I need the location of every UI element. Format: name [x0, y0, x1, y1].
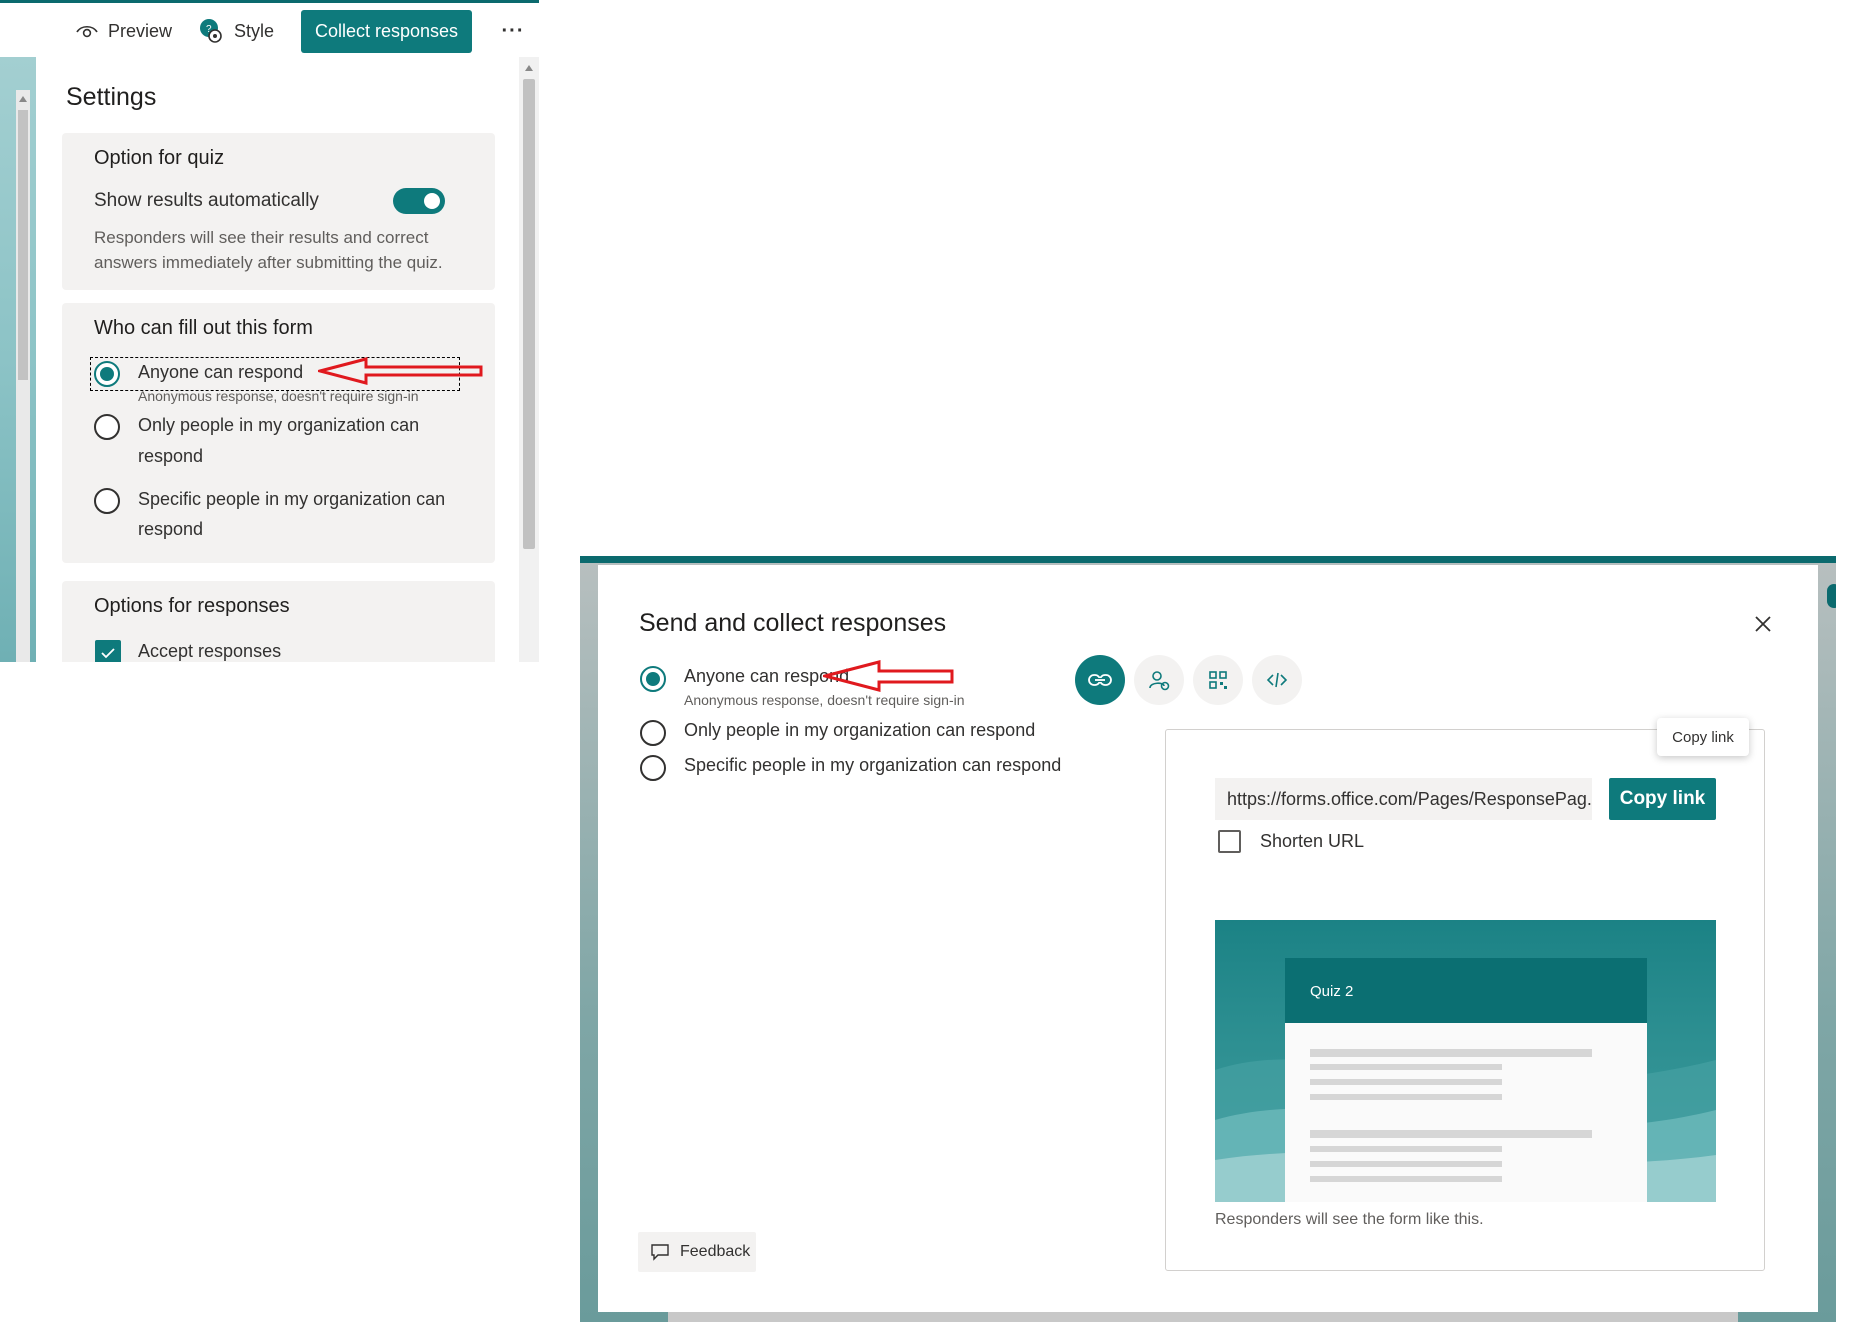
annotation-arrow-left — [318, 357, 483, 385]
form-toolbar: Preview ? Style Collect responses ··· — [0, 3, 539, 57]
org-only-label-line2[interactable]: respond — [138, 446, 203, 467]
copy-link-button[interactable]: Copy link — [1609, 778, 1716, 820]
invite-people-icon[interactable] — [1134, 655, 1184, 705]
quiz-description-line2: answers immediately after submitting the… — [94, 253, 443, 272]
show-results-toggle[interactable] — [393, 188, 445, 214]
settings-panel-screenshot: Preview ? Style Collect responses ··· Se… — [0, 0, 539, 662]
settings-title: Settings — [66, 83, 157, 111]
accept-responses-checkbox[interactable] — [95, 640, 121, 662]
dialog-anyone-sublabel: Anonymous response, doesn't require sign… — [684, 692, 965, 708]
preview-placeholder-line — [1310, 1049, 1592, 1057]
backdrop-edge-element — [1827, 584, 1836, 608]
preview-form-card: Quiz 2 — [1285, 958, 1647, 1202]
specific-people-label-line1[interactable]: Specific people in my organization can — [138, 489, 445, 510]
quiz-description-line1: Responders will see their results and co… — [94, 228, 429, 247]
style-button[interactable]: ? Style — [198, 15, 274, 47]
feedback-icon — [651, 1244, 669, 1261]
form-preview-image: Quiz 2 — [1215, 920, 1716, 1202]
settings-scrollbar[interactable] — [519, 57, 539, 662]
org-only-label-line1[interactable]: Only people in my organization can — [138, 415, 419, 436]
dialog-org-only-label[interactable]: Only people in my organization can respo… — [684, 720, 1035, 741]
anyone-label[interactable]: Anyone can respond — [138, 362, 303, 383]
quiz-options-card: Option for quiz Show results automatical… — [62, 133, 495, 290]
shorten-url-label[interactable]: Shorten URL — [1260, 831, 1364, 852]
show-results-label: Show results automatically — [94, 190, 319, 211]
shorten-url-checkbox[interactable] — [1218, 830, 1241, 853]
response-options-card: Options for responses Accept responses — [62, 581, 495, 662]
close-icon[interactable] — [1748, 609, 1778, 639]
preview-placeholder-line — [1310, 1079, 1502, 1085]
org-only-radio[interactable] — [94, 414, 120, 440]
dialog-specific-people-label[interactable]: Specific people in my organization can r… — [684, 755, 1061, 776]
horizontal-scrollbar[interactable] — [668, 1312, 1738, 1322]
copy-link-tooltip: Copy link — [1657, 718, 1749, 756]
dialog-org-only-radio[interactable] — [640, 720, 666, 746]
dialog-anyone-radio[interactable] — [640, 666, 666, 692]
link-icon[interactable] — [1075, 655, 1125, 705]
who-can-fill-card: Who can fill out this form Anyone can re… — [62, 303, 495, 563]
options-section-title: Options for responses — [94, 595, 290, 617]
send-dialog-screenshot: Send and collect responses Anyone can re… — [580, 556, 1836, 1322]
preview-button[interactable]: Preview — [76, 15, 172, 47]
preview-form-title: Quiz 2 — [1310, 983, 1354, 1000]
preview-placeholder-line — [1310, 1130, 1592, 1138]
specific-people-label-line2[interactable]: respond — [138, 519, 203, 540]
preview-label: Preview — [108, 20, 173, 41]
settings-scrollbar-thumb[interactable] — [523, 79, 535, 549]
scroll-up-arrow-icon[interactable] — [525, 65, 533, 71]
preview-placeholder-line — [1310, 1176, 1502, 1182]
anyone-radio[interactable] — [94, 361, 120, 387]
collect-responses-button[interactable]: Collect responses — [301, 10, 472, 53]
embed-code-icon[interactable] — [1252, 655, 1302, 705]
palette-icon: ? — [200, 19, 222, 43]
preview-placeholder-line — [1310, 1161, 1502, 1167]
annotation-arrow-right — [823, 660, 954, 692]
style-label: Style — [234, 20, 275, 41]
checkmark-icon — [101, 648, 115, 659]
background-scrollbar-thumb[interactable] — [18, 110, 28, 380]
quiz-section-title: Option for quiz — [94, 147, 225, 169]
anyone-sublabel: Anonymous response, doesn't require sign… — [138, 388, 419, 404]
send-collect-dialog: Send and collect responses Anyone can re… — [598, 565, 1818, 1312]
more-options-icon[interactable]: ··· — [500, 16, 526, 46]
preview-placeholder-line — [1310, 1094, 1502, 1100]
form-url-field[interactable]: https://forms.office.com/Pages/ResponseP… — [1215, 778, 1592, 820]
dialog-title: Send and collect responses — [639, 609, 947, 637]
specific-people-radio[interactable] — [94, 488, 120, 514]
dialog-specific-people-radio[interactable] — [640, 755, 666, 781]
preview-form-header: Quiz 2 — [1285, 958, 1647, 1023]
qr-code-icon[interactable] — [1193, 655, 1243, 705]
preview-placeholder-line — [1310, 1146, 1502, 1152]
preview-caption: Responders will see the form like this. — [1215, 1211, 1484, 1228]
feedback-button[interactable]: Feedback — [638, 1232, 756, 1272]
scroll-up-arrow-icon[interactable] — [19, 96, 27, 102]
accept-responses-label[interactable]: Accept responses — [138, 641, 281, 662]
who-section-title: Who can fill out this form — [94, 317, 313, 339]
eye-icon — [76, 25, 98, 38]
preview-placeholder-line — [1310, 1064, 1502, 1070]
feedback-label: Feedback — [680, 1243, 751, 1260]
